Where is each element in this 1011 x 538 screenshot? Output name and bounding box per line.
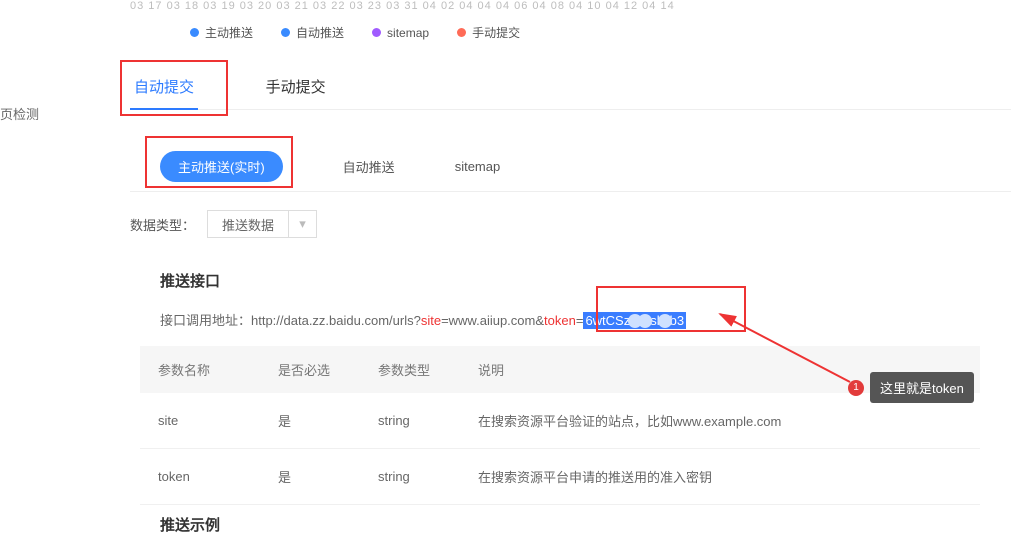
legend-item: sitemap [372, 24, 429, 41]
cell-name: site [140, 393, 260, 449]
chart-legend: 主动推送 自动推送 sitemap 手动提交 [190, 24, 520, 41]
cell-desc: 在搜索资源平台申请的推送用的准入密钥 [460, 449, 980, 505]
section-title-example: 推送示例 [160, 514, 220, 535]
subtab-active-push[interactable]: 主动推送(实时) [160, 151, 283, 182]
table-row: token 是 string 在搜索资源平台申请的推送用的准入密钥 [140, 449, 980, 505]
cell-required: 是 [260, 449, 360, 505]
chart-axis-fragment: 03 17 03 18 03 19 03 20 03 21 03 22 03 2… [130, 0, 1011, 12]
tab-auto-submit[interactable]: 自动提交 [130, 68, 198, 110]
legend-dot-icon [372, 28, 381, 37]
section-title-api: 推送接口 [160, 270, 220, 291]
legend-label: 主动推送 [205, 24, 253, 41]
legend-item: 手动提交 [457, 24, 520, 41]
data-type-select[interactable]: 推送数据 ▾ [207, 210, 317, 238]
callout-badge-icon: 1 [848, 380, 864, 396]
chevron-down-icon: ▾ [288, 210, 316, 238]
api-url: 接口调用地址：http://data.zz.baidu.com/urls?sit… [160, 310, 686, 329]
legend-dot-icon [190, 28, 199, 37]
api-url-site-key: site [421, 313, 441, 328]
callout-text: 这里就是token [870, 372, 974, 403]
subtab-sitemap[interactable]: sitemap [455, 159, 501, 174]
subtab-bar: 主动推送(实时) 自动推送 sitemap [130, 142, 1011, 192]
legend-label: 自动推送 [296, 24, 344, 41]
redacted-icon [658, 314, 672, 328]
subtab-auto-push[interactable]: 自动推送 [343, 157, 395, 176]
api-url-prefix: 接口调用地址：http://data.zz.baidu.com/urls? [160, 313, 421, 328]
data-type-label: 数据类型： [130, 215, 195, 234]
annotation-callout: 1 这里就是token [848, 372, 974, 403]
cell-name: token [140, 449, 260, 505]
select-value: 推送数据 [208, 215, 288, 234]
data-type-row: 数据类型： 推送数据 ▾ [130, 210, 317, 238]
legend-dot-icon [457, 28, 466, 37]
legend-dot-icon [281, 28, 290, 37]
th-name: 参数名称 [140, 346, 260, 393]
main-tabs: 自动提交 手动提交 [130, 68, 1011, 110]
param-table: 参数名称 是否必选 参数类型 说明 site 是 string 在搜索资源平台验… [140, 346, 980, 505]
legend-item: 主动推送 [190, 24, 253, 41]
cell-required: 是 [260, 393, 360, 449]
legend-item: 自动推送 [281, 24, 344, 41]
cell-type: string [360, 449, 460, 505]
th-required: 是否必选 [260, 346, 360, 393]
cell-type: string [360, 393, 460, 449]
tab-manual-submit[interactable]: 手动提交 [262, 68, 330, 108]
api-url-site-val: =www.aiiup.com& [441, 313, 544, 328]
api-url-token-key: token [544, 313, 576, 328]
api-url-token-value[interactable]: 6wtCSzslb3 [583, 312, 686, 329]
sidebar-fragment[interactable]: 页检测 [0, 104, 60, 123]
legend-label: 手动提交 [472, 24, 520, 41]
legend-label: sitemap [387, 26, 429, 40]
th-type: 参数类型 [360, 346, 460, 393]
redacted-icon [638, 314, 652, 328]
